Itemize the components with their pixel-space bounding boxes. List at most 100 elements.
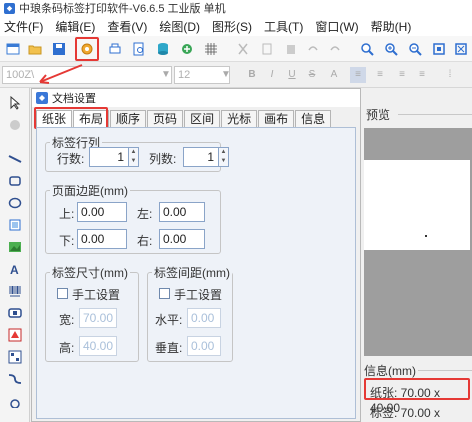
text-tool-icon[interactable]: A bbox=[6, 260, 24, 278]
document-settings-dialog: 文档设置 纸张 布局 顺序 页码 区间 光标 画布 信息 标签行列 行数: 1 … bbox=[31, 88, 361, 422]
rectangle-tool-icon[interactable] bbox=[6, 172, 24, 190]
menu-window[interactable]: 窗口(W) bbox=[315, 18, 358, 35]
main-toolbar bbox=[0, 36, 472, 62]
menu-draw[interactable]: 绘图(D) bbox=[159, 18, 200, 35]
image-frame-tool-icon[interactable] bbox=[6, 216, 24, 234]
spacing-horizontal-input[interactable]: 0.00 bbox=[187, 308, 221, 328]
rows-input[interactable]: 1 bbox=[89, 147, 129, 167]
margin-left-input[interactable]: 0.00 bbox=[159, 202, 205, 222]
label-size-legend: 标签尺寸(mm) bbox=[52, 266, 128, 280]
print-preview-icon[interactable] bbox=[130, 40, 148, 58]
tab-cursor[interactable]: 光标 bbox=[221, 110, 258, 128]
margin-top-input[interactable]: 0.00 bbox=[77, 202, 127, 222]
qrcode-tool-icon[interactable] bbox=[6, 348, 24, 366]
tab-page-number[interactable]: 页码 bbox=[147, 110, 184, 128]
database-settings-icon[interactable] bbox=[178, 40, 196, 58]
format-toolbar: 100Z\ ▼ 12 ▼ B I U S A ≡ ≡ ≡ ≡ ⁞ bbox=[0, 62, 472, 88]
tab-canvas[interactable]: 画布 bbox=[258, 110, 295, 128]
rows-label: 行数: bbox=[57, 152, 85, 166]
title-bar: 中琅条码标签打印软件-V6.6.5 工业版 单机 bbox=[0, 0, 472, 16]
zoom-icon[interactable] bbox=[358, 40, 376, 58]
info-title: 信息(mm) bbox=[364, 364, 416, 378]
polygon-tool-icon[interactable] bbox=[6, 392, 24, 410]
line-tool-icon[interactable] bbox=[6, 150, 24, 168]
zoom-out-icon[interactable] bbox=[406, 40, 424, 58]
menu-shape[interactable]: 图形(S) bbox=[212, 18, 252, 35]
label-height-input[interactable]: 40.00 bbox=[79, 336, 117, 356]
label-spacing-legend: 标签间距(mm) bbox=[154, 266, 230, 280]
tab-info[interactable]: 信息 bbox=[295, 110, 332, 128]
rotate-tool-icon[interactable] bbox=[6, 116, 24, 134]
info-divider bbox=[418, 370, 472, 371]
line-spacing-icon[interactable]: ⁞ bbox=[442, 67, 458, 83]
redo-icon bbox=[326, 40, 344, 58]
barcode-tool-icon[interactable] bbox=[6, 282, 24, 300]
margin-bottom-label: 下: bbox=[59, 234, 75, 248]
margin-left-label: 左: bbox=[137, 207, 153, 221]
open-folder-icon[interactable] bbox=[26, 40, 44, 58]
select-pointer-icon[interactable] bbox=[6, 94, 24, 112]
underline-button[interactable]: U bbox=[284, 67, 300, 83]
dialog-icon bbox=[36, 92, 48, 104]
database-icon[interactable] bbox=[154, 40, 172, 58]
ellipse-tool-icon[interactable] bbox=[6, 194, 24, 212]
grid-icon[interactable] bbox=[202, 40, 220, 58]
label-size-manual-checkbox[interactable] bbox=[57, 288, 68, 299]
size-dropdown-arrow-icon[interactable]: ▼ bbox=[218, 67, 234, 83]
cols-label: 列数: bbox=[149, 152, 177, 166]
tab-range[interactable]: 区间 bbox=[184, 110, 221, 128]
copy-icon bbox=[258, 40, 276, 58]
tool-sidebar: A bbox=[0, 88, 30, 422]
annotation-arrow bbox=[39, 64, 83, 84]
align-left-icon[interactable]: ≡ bbox=[350, 67, 366, 83]
paste-icon bbox=[282, 40, 300, 58]
strikethrough-button[interactable]: S bbox=[304, 67, 320, 83]
shape-tool-icon[interactable] bbox=[6, 326, 24, 344]
margin-right-label: 右: bbox=[137, 234, 153, 248]
app-icon bbox=[4, 2, 15, 14]
window-title: 中琅条码标签打印软件-V6.6.5 工业版 单机 bbox=[19, 3, 226, 15]
print-icon[interactable] bbox=[106, 40, 124, 58]
cols-input[interactable]: 1 bbox=[183, 147, 219, 167]
undo-icon bbox=[304, 40, 322, 58]
save-icon[interactable] bbox=[50, 40, 68, 58]
tab-order[interactable]: 顺序 bbox=[110, 110, 147, 128]
rows-spinner[interactable]: ▲ ▼ bbox=[128, 147, 139, 167]
new-document-icon[interactable] bbox=[4, 40, 22, 58]
cut-icon bbox=[234, 40, 252, 58]
align-right-icon[interactable]: ≡ bbox=[394, 67, 410, 83]
font-dropdown-arrow-icon[interactable]: ▼ bbox=[158, 67, 174, 83]
svg-text:A: A bbox=[10, 263, 19, 276]
rfid-tool-icon[interactable] bbox=[6, 304, 24, 322]
margin-top-label: 上: bbox=[59, 207, 75, 221]
picture-tool-icon[interactable] bbox=[6, 238, 24, 256]
menu-bar: 文件(F) 编辑(E) 查看(V) 绘图(D) 图形(S) 工具(T) 窗口(W… bbox=[0, 16, 472, 36]
preview-title: 预览 bbox=[366, 108, 391, 122]
preview-label-marker bbox=[425, 235, 427, 237]
menu-edit[interactable]: 编辑(E) bbox=[55, 18, 95, 35]
margin-right-input[interactable]: 0.00 bbox=[159, 229, 205, 249]
menu-file[interactable]: 文件(F) bbox=[4, 18, 43, 35]
zoom-in-icon[interactable] bbox=[382, 40, 400, 58]
margin-bottom-input[interactable]: 0.00 bbox=[77, 229, 127, 249]
italic-button[interactable]: I bbox=[264, 67, 280, 83]
curve-tool-icon[interactable] bbox=[6, 370, 24, 388]
spacing-horizontal-label: 水平: bbox=[155, 313, 183, 327]
settings-highlight-box bbox=[75, 37, 99, 61]
menu-help[interactable]: 帮助(H) bbox=[371, 18, 412, 35]
full-screen-icon[interactable] bbox=[452, 40, 470, 58]
justify-icon[interactable]: ≡ bbox=[414, 67, 430, 83]
bold-button[interactable]: B bbox=[244, 67, 260, 83]
preview-divider bbox=[398, 114, 472, 115]
cols-spinner[interactable]: ▲ ▼ bbox=[218, 147, 229, 167]
menu-tools[interactable]: 工具(T) bbox=[264, 18, 303, 35]
preview-paper bbox=[364, 160, 470, 250]
menu-view[interactable]: 查看(V) bbox=[107, 18, 147, 35]
spacing-vertical-input[interactable]: 0.00 bbox=[187, 336, 221, 356]
fit-page-icon[interactable] bbox=[430, 40, 448, 58]
label-spacing-manual-checkbox[interactable] bbox=[159, 288, 170, 299]
label-width-input[interactable]: 70.00 bbox=[79, 308, 117, 328]
label-size-info: 标签: 70.00 x 40.00 bbox=[370, 406, 441, 422]
font-color-icon[interactable]: A bbox=[326, 67, 342, 83]
align-center-icon[interactable]: ≡ bbox=[372, 67, 388, 83]
